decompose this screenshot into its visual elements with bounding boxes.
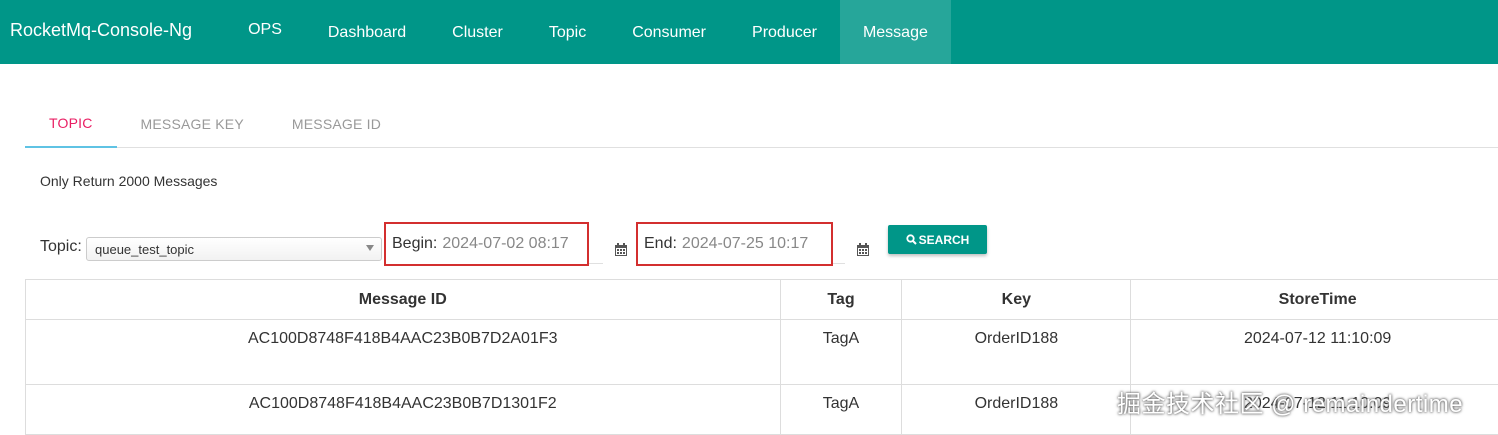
tab-topic[interactable]: TOPIC (25, 100, 117, 148)
chevron-down-icon (366, 245, 374, 251)
cell-store-time: 2024-07-12 11:10:09 (1131, 320, 1498, 385)
begin-date-underline (589, 263, 603, 264)
nav-item-ops[interactable]: OPS (230, 0, 305, 60)
end-date-value: 2024-07-25 10:17 (682, 235, 808, 253)
table-row[interactable]: AC100D8748F418B4AAC23B0B7D2A01F3 TagA Or… (26, 320, 1498, 385)
column-header-message-id[interactable]: Message ID (26, 280, 781, 320)
column-header-tag[interactable]: Tag (780, 280, 902, 320)
nav-item-consumer[interactable]: Consumer (609, 0, 729, 64)
column-header-key[interactable]: Key (902, 280, 1131, 320)
result-limit-notice: Only Return 2000 Messages (40, 173, 217, 189)
topic-select-value: queue_test_topic (95, 242, 194, 257)
search-mode-tabs: TOPIC MESSAGE KEY MESSAGE ID (25, 100, 1498, 148)
column-header-store-time[interactable]: StoreTime (1131, 280, 1498, 320)
tab-message-key[interactable]: MESSAGE KEY (117, 100, 268, 147)
cell-message-id: AC100D8748F418B4AAC23B0B7D1301F2 (26, 385, 781, 435)
calendar-icon[interactable] (614, 243, 628, 257)
cell-key: OrderID188 (902, 320, 1131, 385)
end-date-field[interactable]: End: 2024-07-25 10:17 (636, 222, 833, 266)
end-label: End: (644, 235, 677, 253)
cell-tag: TagA (780, 320, 902, 385)
brand-title[interactable]: RocketMq-Console-Ng (0, 0, 202, 60)
begin-label: Begin: (392, 235, 437, 253)
cell-key: OrderID188 (902, 385, 1131, 435)
nav-item-cluster[interactable]: Cluster (429, 0, 526, 64)
nav-item-producer[interactable]: Producer (729, 0, 840, 64)
calendar-icon[interactable] (856, 243, 870, 257)
cell-tag: TagA (780, 385, 902, 435)
topic-select[interactable]: queue_test_topic (86, 237, 382, 261)
tab-message-id[interactable]: MESSAGE ID (268, 100, 405, 147)
nav-item-dashboard[interactable]: Dashboard (305, 0, 429, 64)
search-icon (906, 234, 917, 245)
nav-item-topic[interactable]: Topic (526, 0, 609, 64)
topic-label: Topic: (40, 238, 82, 256)
cell-message-id: AC100D8748F418B4AAC23B0B7D2A01F3 (26, 320, 781, 385)
begin-date-field[interactable]: Begin: 2024-07-02 08:17 (384, 222, 589, 266)
table-header-row: Message ID Tag Key StoreTime (26, 280, 1498, 320)
nav-item-message[interactable]: Message (840, 0, 951, 64)
top-navbar: RocketMq-Console-Ng OPS Dashboard Cluste… (0, 0, 1498, 64)
begin-date-value: 2024-07-02 08:17 (442, 235, 568, 253)
end-date-underline (833, 263, 845, 264)
watermark-text: 掘金技术社区 @ remaindertime (1117, 384, 1463, 419)
search-button-label: SEARCH (919, 233, 970, 247)
search-button[interactable]: SEARCH (888, 225, 987, 254)
